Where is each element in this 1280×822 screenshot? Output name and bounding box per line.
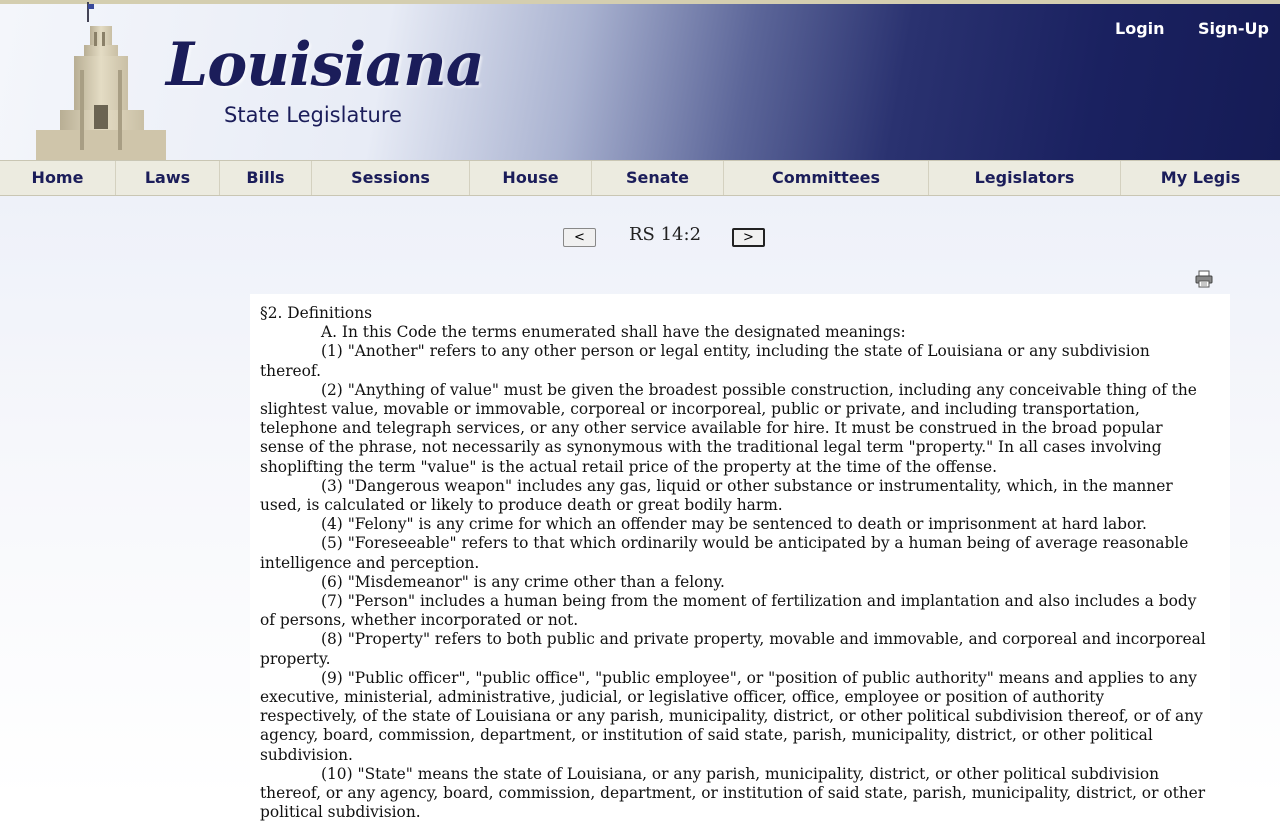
nav-item-laws[interactable]: Laws [116, 161, 220, 195]
next-law-button[interactable]: > [732, 228, 765, 247]
nav-item-legislators[interactable]: Legislators [929, 161, 1121, 195]
nav-item-committees[interactable]: Committees [724, 161, 929, 195]
header-top-border [0, 0, 1280, 4]
main-navigation: Home Laws Bills Sessions House Senate Co… [0, 160, 1280, 196]
law-paragraph: (6) "Misdemeanor" is any crime other tha… [321, 572, 725, 591]
capitol-building-image [36, 2, 166, 160]
signup-link[interactable]: Sign-Up [1198, 19, 1269, 38]
nav-item-home[interactable]: Home [0, 161, 116, 195]
site-header: Louisiana State Legislature Login Sign-U… [0, 0, 1280, 160]
law-paragraph: (9) "Public officer", "public office", "… [260, 668, 1203, 764]
law-paragraph: (1) "Another" refers to any other person… [260, 342, 1150, 380]
nav-item-my-legis[interactable]: My Legis [1121, 161, 1280, 195]
law-text-document: §2. Definitions A. In this Code the term… [250, 294, 1230, 821]
law-paragraph: (7) "Person" includes a human being from… [260, 592, 1197, 630]
law-pager: < RS 14:2 > [0, 224, 1280, 254]
law-citation-title: RS 14:2 [629, 224, 702, 245]
section-heading: §2. Definitions [260, 304, 373, 322]
law-paragraph: (4) "Felony" is any crime for which an o… [321, 515, 1147, 534]
law-paragraph: A. In this Code the terms enumerated sha… [321, 323, 906, 342]
law-paragraph: (5) "Foreseeable" refers to that which o… [260, 534, 1189, 572]
previous-law-button[interactable]: < [563, 228, 596, 247]
law-paragraph: (8) "Property" refers to both public and… [260, 630, 1206, 668]
print-icon[interactable] [1195, 270, 1213, 288]
nav-item-sessions[interactable]: Sessions [312, 161, 470, 195]
nav-item-senate[interactable]: Senate [592, 161, 724, 195]
login-link[interactable]: Login [1115, 19, 1165, 38]
logo-subtitle: State Legislature [224, 103, 402, 127]
logo-title[interactable]: Louisiana [166, 30, 485, 100]
law-paragraph: (3) "Dangerous weapon" includes any gas,… [260, 476, 1173, 515]
nav-item-bills[interactable]: Bills [220, 161, 312, 195]
law-paragraph: (2) "Anything of value" must be given th… [260, 380, 1197, 476]
law-paragraph: (10) "State" means the state of Louisian… [260, 764, 1206, 822]
nav-item-house[interactable]: House [470, 161, 592, 195]
